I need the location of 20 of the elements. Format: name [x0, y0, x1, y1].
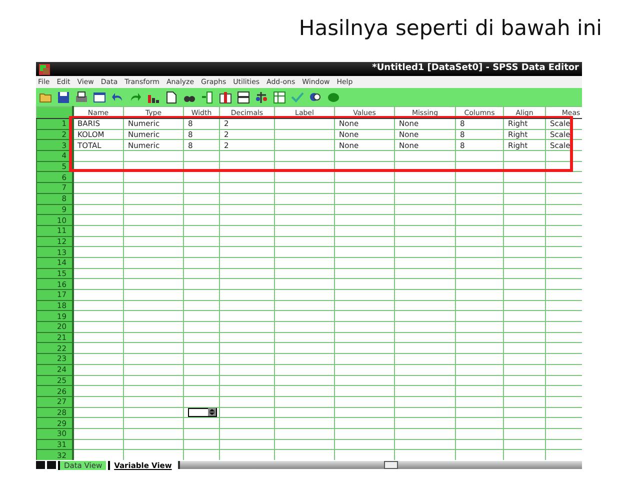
redo-icon[interactable] — [129, 90, 142, 104]
slide-title: Hasilnya seperti di bawah ini — [298, 15, 603, 42]
cell-editor[interactable] — [188, 408, 217, 417]
horizontal-scrollbar[interactable] — [178, 461, 582, 469]
scale-icon[interactable] — [255, 90, 268, 104]
app-icon — [39, 64, 50, 74]
circles-icon[interactable] — [309, 90, 322, 104]
grid-icon[interactable] — [273, 90, 286, 104]
dialog-icon[interactable] — [93, 90, 106, 104]
split-icon[interactable] — [237, 90, 250, 104]
folder-icon[interactable] — [39, 90, 52, 104]
check-icon[interactable] — [291, 90, 304, 104]
window-title: *Untitled1 [DataSet0] - SPSS Data Editor — [372, 62, 579, 76]
undo-icon[interactable] — [111, 90, 124, 104]
save-icon[interactable] — [57, 90, 70, 104]
spinner-icon[interactable] — [208, 408, 216, 416]
print-icon[interactable] — [75, 90, 88, 104]
scrollbar-thumb[interactable] — [384, 461, 398, 469]
circle-icon[interactable] — [327, 90, 340, 104]
document-icon[interactable] — [165, 90, 178, 104]
